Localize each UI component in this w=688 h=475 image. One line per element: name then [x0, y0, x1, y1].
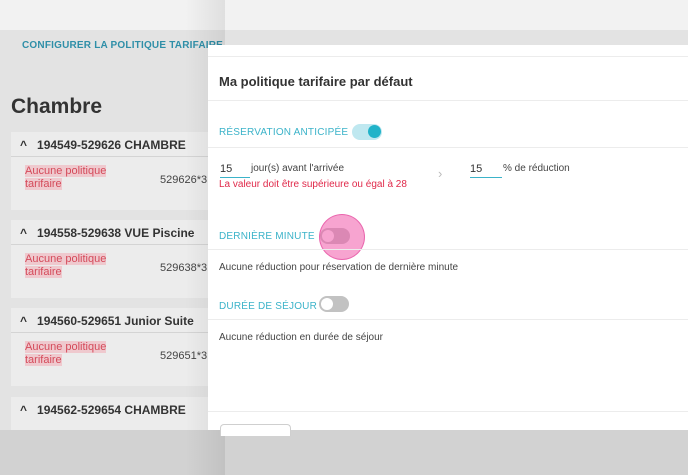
divider — [208, 100, 688, 101]
room-policy-status: Aucune politique tarifaire — [25, 341, 107, 366]
discount-percent-input[interactable]: 15 — [470, 163, 502, 178]
room-title: 194558-529638 VUE Piscine — [37, 226, 195, 240]
chevron-right-icon: › — [438, 166, 443, 181]
length-of-stay-label: DURÉE DE SÉJOUR — [219, 301, 318, 312]
chevron-up-icon[interactable]: ^ — [20, 403, 27, 417]
early-booking-toggle[interactable] — [352, 124, 382, 140]
background-header — [0, 0, 688, 30]
divider — [208, 56, 688, 57]
days-error-message: La valeur doit être supérieure ou égal à… — [219, 179, 407, 190]
room-card-header[interactable]: ^ 194558-529638 VUE Piscine — [20, 226, 194, 240]
last-minute-label: DERNIÈRE MINUTE — [219, 231, 315, 242]
days-before-arrival-input[interactable]: 15 — [220, 163, 250, 178]
room-title: 194549-529626 CHAMBRE — [37, 138, 186, 152]
room-card-header[interactable]: ^ 194549-529626 CHAMBRE — [20, 138, 186, 152]
footer-button[interactable] — [220, 424, 291, 436]
toggle-knob — [368, 125, 381, 138]
panel-title: Ma politique tarifaire par défaut — [219, 74, 413, 89]
early-booking-label: RÉSERVATION ANTICIPÉE — [219, 127, 349, 138]
room-section-title: Chambre — [11, 95, 103, 118]
click-indicator — [319, 214, 365, 260]
room-card-header[interactable]: ^ 194560-529651 Junior Suite — [20, 314, 194, 328]
divider — [208, 147, 688, 148]
days-before-arrival-label: jour(s) avant l'arrivée — [251, 163, 345, 174]
pricing-policy-panel: Ma politique tarifaire par défaut RÉSERV… — [208, 45, 688, 436]
last-minute-description: Aucune réduction pour réservation de der… — [219, 262, 459, 273]
chevron-up-icon[interactable]: ^ — [20, 314, 27, 328]
background-footer — [0, 430, 688, 475]
chevron-up-icon[interactable]: ^ — [20, 226, 27, 240]
length-of-stay-toggle[interactable] — [319, 296, 349, 312]
room-policy-status: Aucune politique tarifaire — [25, 253, 107, 278]
toggle-knob — [321, 298, 333, 310]
divider — [208, 411, 688, 412]
length-of-stay-description: Aucune réduction en durée de séjour — [219, 332, 384, 343]
divider — [208, 319, 688, 320]
room-title: 194560-529651 Junior Suite — [37, 314, 194, 328]
room-card-header[interactable]: ^ 194562-529654 CHAMBRE — [20, 403, 186, 417]
room-policy-status: Aucune politique tarifaire — [25, 165, 107, 190]
discount-percent-label: % de réduction — [503, 163, 570, 174]
chevron-up-icon[interactable]: ^ — [20, 138, 27, 152]
room-title: 194562-529654 CHAMBRE — [37, 403, 186, 417]
divider — [208, 249, 688, 250]
